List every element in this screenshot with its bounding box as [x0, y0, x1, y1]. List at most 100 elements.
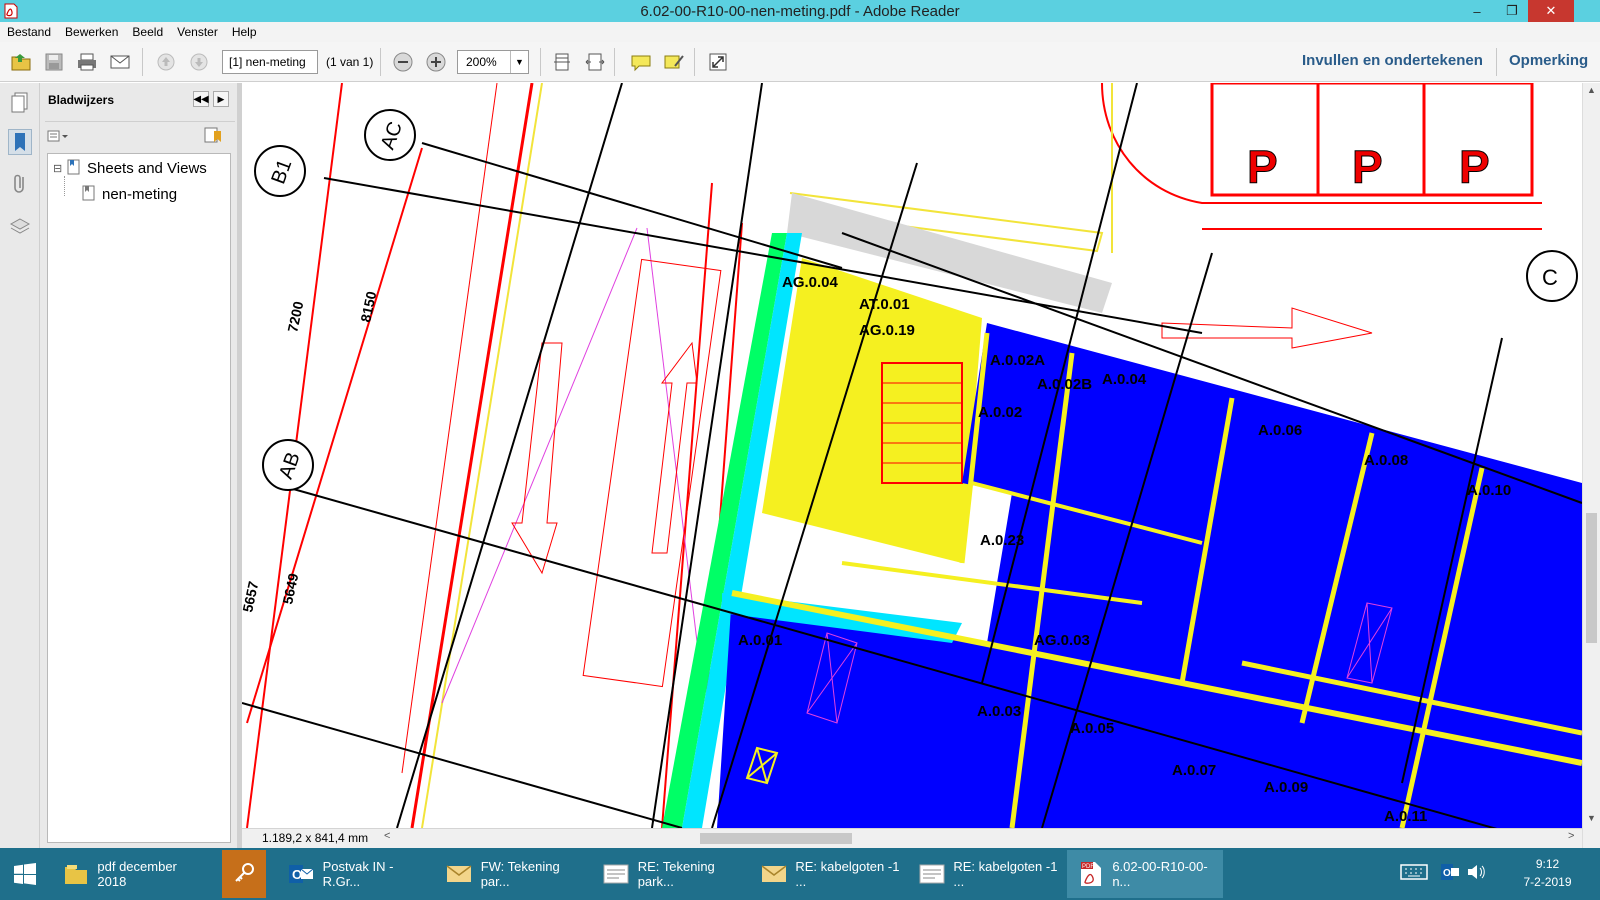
- collapse-panel-icon[interactable]: ◀◀: [193, 91, 209, 107]
- dimension-5649: 5649: [279, 572, 301, 606]
- next-page-icon[interactable]: [186, 50, 212, 74]
- comment-icon[interactable]: [628, 50, 654, 74]
- previous-page-icon[interactable]: [153, 50, 179, 74]
- folder-icon: [62, 860, 89, 888]
- room-label: A.0.08: [1364, 452, 1408, 469]
- parking-mark: P: [1352, 141, 1383, 193]
- navigation-rail: [0, 83, 40, 848]
- open-icon[interactable]: [8, 50, 34, 74]
- room-label: A.0.05: [1070, 720, 1114, 737]
- menu-bestand[interactable]: Bestand: [0, 25, 58, 39]
- dimension-5657: 5657: [242, 580, 261, 614]
- status-bar: 1.189,2 x 841,4 mm < >: [242, 828, 1582, 848]
- expand-panel-icon[interactable]: ▶: [213, 91, 229, 107]
- page-number-input[interactable]: [1] nen-meting: [222, 50, 318, 74]
- menu-help[interactable]: Help: [225, 25, 264, 39]
- clock-time: 9:12: [1535, 857, 1560, 871]
- room-label: A.0.02A: [990, 352, 1045, 369]
- taskbar-label: Postvak IN - R.Gr...: [322, 859, 394, 889]
- svg-text:O: O: [292, 867, 302, 882]
- taskbar-item-adobe-reader[interactable]: PDF 6.02-00-R10-00-n...: [1067, 850, 1223, 898]
- pdf-icon: PDF: [1077, 860, 1104, 888]
- chevron-down-icon[interactable]: ▼: [510, 51, 528, 73]
- options-menu-icon[interactable]: [47, 127, 73, 145]
- scroll-down-icon[interactable]: ▼: [1587, 813, 1596, 823]
- taskbar-item-message-2[interactable]: RE: kabelgoten -1 ...: [909, 850, 1065, 898]
- outlook-tray-icon[interactable]: O: [1440, 862, 1460, 885]
- menu-beeld[interactable]: Beeld: [125, 25, 170, 39]
- clock[interactable]: 9:12 7-2-2019: [1500, 855, 1595, 891]
- volume-icon[interactable]: [1466, 863, 1486, 884]
- tree-item-nen-meting[interactable]: nen-meting: [82, 185, 177, 203]
- taskbar-item-mail-2[interactable]: RE: kabelgoten -1 ...: [751, 850, 907, 898]
- room-label: AT.0.01: [859, 296, 910, 313]
- message-icon: [919, 860, 945, 888]
- save-icon[interactable]: [41, 50, 67, 74]
- scroll-right-icon[interactable]: >: [1568, 830, 1574, 842]
- menu-bewerken[interactable]: Bewerken: [58, 25, 125, 39]
- print-icon[interactable]: [74, 50, 100, 74]
- horizontal-scroll-thumb[interactable]: [700, 833, 852, 844]
- floor-plan-drawing: AC B1 AB C 7200 8150 5657 5649 P P P AG.…: [242, 83, 1582, 828]
- document-view[interactable]: AC B1 AB C 7200 8150 5657 5649 P P P AG.…: [242, 83, 1582, 828]
- page-count: (1 van 1): [326, 55, 374, 69]
- fit-width-icon[interactable]: [582, 50, 608, 74]
- comment-button[interactable]: Opmerking: [1509, 52, 1588, 69]
- keyboard-icon[interactable]: [1400, 862, 1428, 885]
- room-label: A.0.03: [977, 703, 1021, 720]
- adobe-reader-icon: [4, 3, 18, 19]
- start-button[interactable]: [0, 850, 50, 898]
- taskbar-item-outlook[interactable]: O Postvak IN - R.Gr...: [277, 850, 433, 898]
- menu-venster[interactable]: Venster: [170, 25, 225, 39]
- attachment-icon[interactable]: [8, 171, 32, 197]
- vertical-scroll-thumb[interactable]: [1586, 513, 1597, 643]
- taskbar-label: RE: kabelgoten -1 ...: [795, 859, 900, 889]
- page-size-label: 1.189,2 x 841,4 mm: [262, 831, 369, 845]
- bookmarks-header: Bladwijzers: [48, 93, 115, 107]
- dimension-8150: 8150: [357, 290, 379, 324]
- taskbar-label: RE: Tekening park...: [637, 859, 715, 889]
- scroll-up-icon[interactable]: ▲: [1587, 85, 1596, 95]
- new-bookmark-icon[interactable]: [202, 125, 224, 145]
- room-label: A.0.04: [1102, 371, 1147, 388]
- scroll-left-icon[interactable]: <: [384, 830, 390, 842]
- pages-icon[interactable]: [8, 89, 32, 115]
- email-icon[interactable]: [107, 50, 133, 74]
- bookmarks-panel: Bladwijzers ◀◀ ▶ ⊟ Sheets and Views nen-…: [40, 83, 238, 848]
- taskbar-label: FW: Tekening par...: [480, 859, 560, 889]
- parking-mark: P: [1247, 141, 1278, 193]
- bookmark-tree: ⊟ Sheets and Views nen-meting: [47, 153, 231, 843]
- zoom-value: 200%: [466, 55, 497, 69]
- tree-item-sheets-and-views[interactable]: ⊟ Sheets and Views: [53, 159, 207, 177]
- tree-item-label: nen-meting: [102, 185, 178, 203]
- taskbar-item-mail-1[interactable]: FW: Tekening par...: [435, 850, 591, 898]
- fit-page-icon[interactable]: [549, 50, 575, 74]
- zoom-select[interactable]: 200% ▼: [457, 50, 529, 74]
- svg-text:O: O: [1443, 868, 1451, 879]
- taskbar-label: RE: kabelgoten -1 ...: [953, 859, 1058, 889]
- room-label: A.0.23: [980, 532, 1024, 549]
- close-button[interactable]: ✕: [1528, 0, 1574, 22]
- minimize-button[interactable]: –: [1458, 0, 1496, 22]
- message-icon: [603, 860, 630, 888]
- system-tray: O 9:12 7-2-2019: [1390, 848, 1600, 900]
- fill-sign-button[interactable]: Invullen en ondertekenen: [1302, 52, 1483, 69]
- zoom-in-icon[interactable]: [423, 50, 449, 74]
- vertical-scrollbar[interactable]: ▲ ▼: [1582, 83, 1600, 848]
- taskbar-item-message-1[interactable]: RE: Tekening park...: [593, 850, 749, 898]
- zoom-out-icon[interactable]: [390, 50, 416, 74]
- maximize-button[interactable]: ❐: [1496, 0, 1528, 22]
- outlook-icon: O: [287, 860, 315, 888]
- bookmarks-icon[interactable]: [8, 129, 32, 155]
- bookmark-icon: [82, 185, 95, 201]
- window-title: 6.02-00-R10-00-nen-meting.pdf - Adobe Re…: [640, 2, 960, 20]
- highlight-icon[interactable]: [661, 50, 687, 74]
- room-label: A.0.01: [738, 632, 782, 649]
- taskbar-item-folder[interactable]: pdf december 2018: [52, 850, 207, 898]
- taskbar-item-key[interactable]: [222, 850, 266, 898]
- room-label: AG.0.04: [782, 274, 839, 291]
- layers-icon[interactable]: [8, 213, 32, 239]
- collapse-icon[interactable]: ⊟: [53, 162, 65, 175]
- menu-bar: Bestand Bewerken Beeld Venster Help: [0, 22, 1600, 42]
- fullscreen-icon[interactable]: [705, 50, 731, 74]
